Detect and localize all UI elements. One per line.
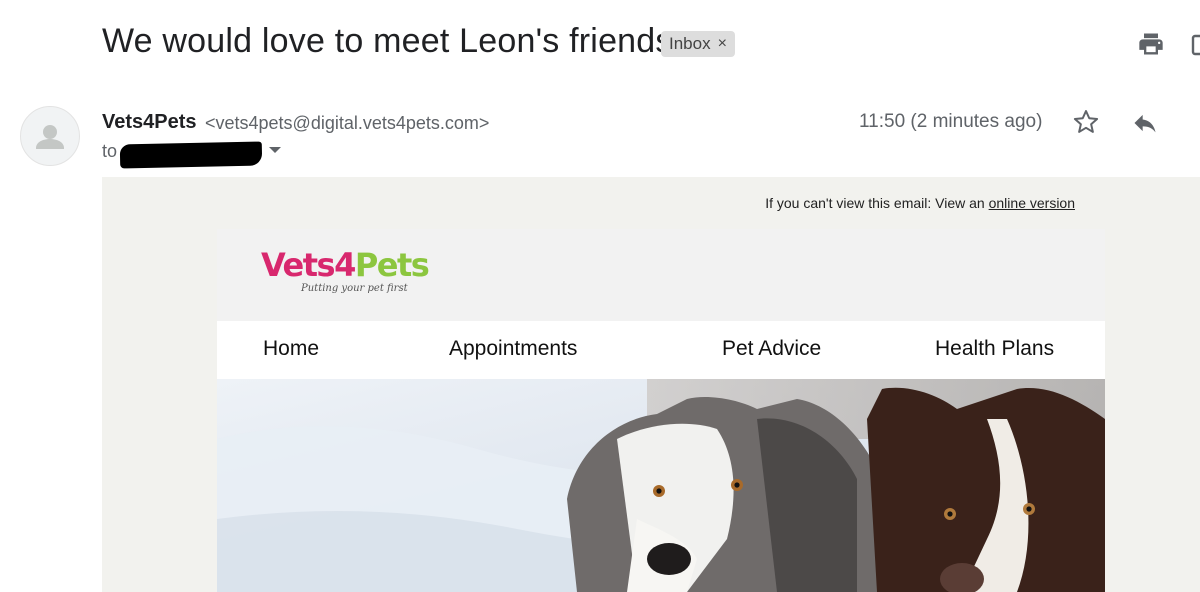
nav-pet-advice[interactable]: Pet Advice	[722, 337, 821, 361]
view-online-notice: If you can't view this email: View an on…	[765, 195, 1075, 211]
newsletter-nav: Home Appointments Pet Advice Health Plan…	[217, 321, 1105, 379]
inbox-label-chip[interactable]: Inbox ×	[661, 31, 735, 57]
recipient-prefix: to	[102, 141, 118, 161]
logo-wordmark: Vets4Pets	[261, 246, 430, 284]
sender-name: Vets4Pets	[102, 111, 197, 133]
nav-health-plans[interactable]: Health Plans	[935, 337, 1054, 361]
logo-tagline: Putting your pet first	[301, 283, 408, 294]
star-icon[interactable]	[1072, 108, 1100, 136]
reply-icon[interactable]	[1131, 109, 1159, 137]
sender-email: <vets4pets@digital.vets4pets.com>	[205, 113, 490, 133]
vets4pets-logo[interactable]: Vets4Pets Putting your pet first	[261, 246, 430, 294]
nav-appointments[interactable]: Appointments	[449, 337, 577, 361]
view-online-text: If you can't view this email: View an	[765, 195, 985, 211]
sender-avatar[interactable]	[20, 106, 80, 166]
label-text: Inbox	[669, 34, 711, 53]
remove-label-icon[interactable]: ×	[718, 35, 727, 53]
open-in-new-window-icon[interactable]	[1190, 30, 1200, 58]
chevron-down-icon[interactable]	[268, 145, 282, 155]
dogs-in-snow-image	[217, 379, 1105, 592]
nav-home[interactable]: Home	[263, 337, 319, 361]
hero-image[interactable]	[217, 379, 1105, 592]
print-icon[interactable]	[1137, 30, 1165, 58]
newsletter-card: Vets4Pets Putting your pet first Home Ap…	[217, 229, 1105, 592]
default-avatar-icon	[36, 125, 64, 149]
logo-part-pets: Pets	[354, 246, 430, 284]
email-body: If you can't view this email: View an on…	[102, 177, 1200, 592]
email-subject: We would love to meet Leon's friends	[102, 22, 673, 60]
logo-part-four: 4	[334, 246, 356, 284]
redacted-recipient	[119, 141, 263, 169]
online-version-link[interactable]: online version	[989, 195, 1075, 211]
email-timestamp: 11:50 (2 minutes ago)	[859, 111, 1043, 132]
logo-part-vets: Vets	[261, 246, 336, 284]
